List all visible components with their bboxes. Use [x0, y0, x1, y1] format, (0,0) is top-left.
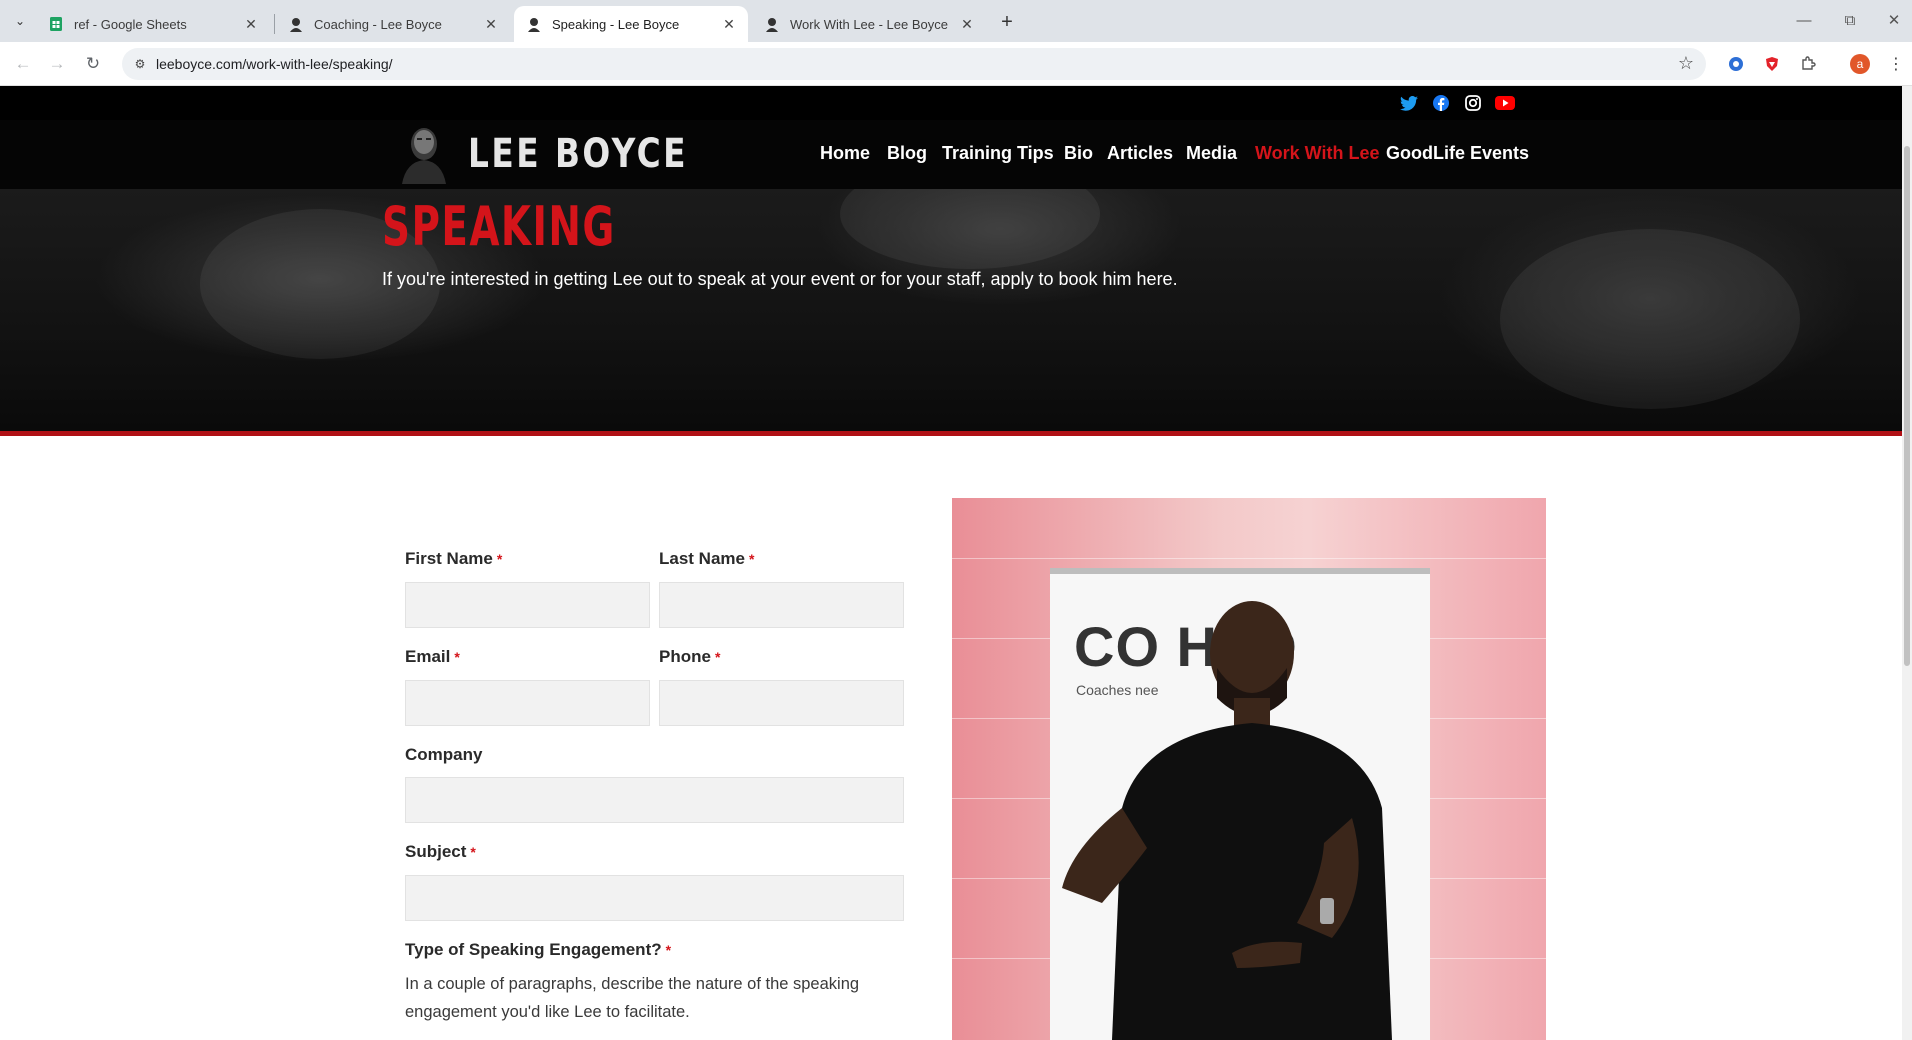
nav-work-with-lee[interactable]: Work With Lee [1255, 143, 1380, 164]
social-strip [0, 86, 1902, 120]
tab-work-with-lee[interactable]: Work With Lee - Lee Boyce ✕ [752, 6, 986, 42]
youtube-icon[interactable] [1494, 94, 1516, 112]
page-title: SPEAKING [382, 195, 616, 258]
email-input[interactable] [405, 680, 650, 726]
browser-menu-icon[interactable]: ⋮ [1886, 54, 1906, 74]
scrollbar-thumb[interactable] [1904, 146, 1910, 666]
forward-icon[interactable]: → [44, 51, 70, 77]
extension-shield-icon[interactable] [1762, 54, 1782, 74]
nav-media[interactable]: Media [1186, 143, 1237, 164]
first-name-label: First Name * [405, 549, 503, 568]
email-label: Email * [405, 647, 460, 666]
tab-title: ref - Google Sheets [74, 16, 187, 32]
page-subtitle: If you're interested in getting Lee out … [382, 269, 1178, 289]
web-page: LEE BOYCE Home Blog Training Tips Bio Ar… [0, 86, 1902, 1040]
lee-boyce-favicon [290, 18, 302, 32]
lee-boyce-favicon [528, 18, 540, 32]
engagement-description: In a couple of paragraphs, describe the … [405, 975, 860, 1021]
site-logo[interactable]: LEE BOYCE [398, 122, 736, 186]
phone-input[interactable] [659, 680, 904, 726]
first-name-input[interactable] [405, 582, 650, 628]
tab-title: Speaking - Lee Boyce [552, 16, 680, 32]
nav-blog[interactable]: Blog [887, 143, 927, 164]
instagram-icon[interactable] [1462, 94, 1484, 112]
profile-avatar[interactable]: a [1850, 54, 1870, 74]
twitter-icon[interactable] [1398, 94, 1420, 112]
extension-blue-icon[interactable] [1726, 54, 1746, 74]
site-header: LEE BOYCE Home Blog Training Tips Bio Ar… [0, 120, 1902, 189]
speaker-figure [1062, 601, 1392, 1040]
hero-divider [0, 431, 1902, 436]
phone-label: Phone * [659, 647, 721, 666]
nav-home[interactable]: Home [820, 143, 870, 164]
tab-title: Coaching - Lee Boyce [314, 16, 442, 32]
subject-label: Subject * [405, 842, 476, 861]
hero-banner: SPEAKING If you're interested in getting… [0, 189, 1902, 431]
scrollbar-track[interactable] [1902, 86, 1912, 1040]
nav-training-tips[interactable]: Training Tips [942, 143, 1054, 164]
url-text[interactable]: leeboyce.com/work-with-lee/speaking/ [156, 56, 393, 72]
extensions-puzzle-icon[interactable] [1798, 54, 1818, 74]
address-bar[interactable]: ⚙ leeboyce.com/work-with-lee/speaking/ ☆ [122, 48, 1706, 80]
nav-articles[interactable]: Articles [1107, 143, 1173, 164]
tab-separator [274, 14, 275, 34]
bookmark-star-icon[interactable]: ☆ [1678, 53, 1694, 74]
engagement-type-label: Type of Speaking Engagement? * [405, 940, 672, 959]
hero-bg-dumbbell [840, 189, 1100, 269]
speaker-photo: CO HED Coaches nee [952, 498, 1546, 1040]
back-icon[interactable]: ← [10, 51, 36, 77]
tab-title: Work With Lee - Lee Boyce [790, 16, 948, 32]
lee-boyce-favicon [766, 18, 778, 32]
browser-tab-bar: ⌄ ref - Google Sheets ✕ Coaching - Lee B… [0, 0, 1912, 42]
nav-bio[interactable]: Bio [1064, 143, 1093, 164]
close-tab-icon[interactable]: ✕ [242, 15, 260, 33]
subject-input[interactable] [405, 875, 904, 921]
last-name-label: Last Name * [659, 549, 755, 568]
tab-search-dropdown-icon[interactable]: ⌄ [8, 9, 32, 33]
company-input[interactable] [405, 777, 904, 823]
hero-bg-figure [1500, 229, 1800, 409]
address-toolbar: ← → ↻ ⚙ leeboyce.com/work-with-lee/speak… [0, 42, 1912, 86]
close-tab-icon[interactable]: ✕ [482, 15, 500, 33]
sheets-icon [50, 17, 62, 31]
nav-goodlife-events[interactable]: GoodLife Events [1386, 143, 1529, 164]
logo-text: LEE BOYCE [468, 131, 689, 177]
new-tab-button[interactable]: + [994, 9, 1020, 35]
facebook-icon[interactable] [1430, 94, 1452, 112]
last-name-input[interactable] [659, 582, 904, 628]
close-tab-icon[interactable]: ✕ [958, 15, 976, 33]
logo-portrait-icon [402, 128, 446, 184]
window-close-icon[interactable]: ✕ [1874, 8, 1912, 32]
close-tab-icon[interactable]: ✕ [720, 15, 738, 33]
tab-sheets[interactable]: ref - Google Sheets ✕ [36, 6, 270, 42]
tab-coaching[interactable]: Coaching - Lee Boyce ✕ [276, 6, 510, 42]
site-info-icon[interactable]: ⚙ [132, 56, 148, 72]
restore-icon[interactable]: ⧉ [1830, 8, 1870, 32]
company-label: Company [405, 745, 483, 764]
reload-icon[interactable]: ↻ [80, 51, 106, 77]
minimize-icon[interactable]: — [1784, 8, 1824, 32]
tab-speaking[interactable]: Speaking - Lee Boyce ✕ [514, 6, 748, 42]
